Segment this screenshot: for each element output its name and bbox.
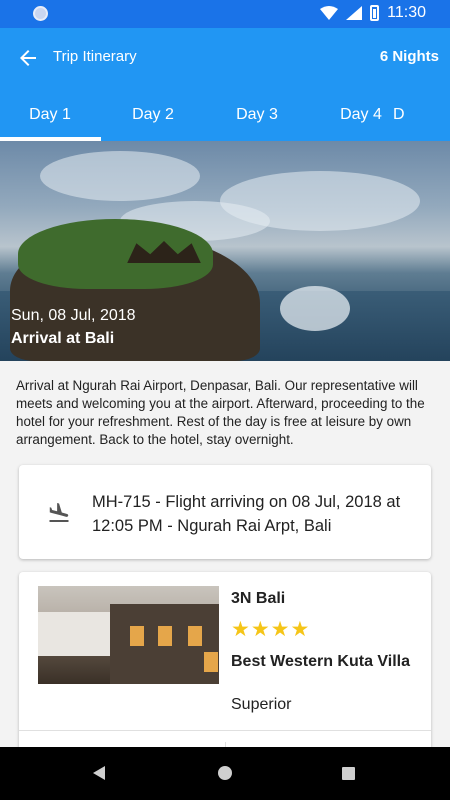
hotel-photo [38, 586, 219, 684]
star-icon: ★ [250, 618, 270, 641]
tab-day-3[interactable]: Day 3 [207, 106, 307, 124]
day-heading: Arrival at Bali [11, 330, 115, 347]
status-time: 11:30 [387, 4, 426, 21]
day-description: Arrival at Ngurah Rai Airport, Denpasar,… [16, 378, 425, 447]
star-icon: ★ [290, 618, 310, 641]
nav-back-icon[interactable] [93, 766, 105, 780]
battery-icon [370, 5, 380, 21]
flight-card[interactable]: MH-715 - Flight arriving on 08 Jul, 2018… [19, 465, 431, 559]
divider [19, 730, 431, 731]
star-icon: ★ [270, 618, 290, 641]
hotel-name: Best Western Kuta Villa [231, 653, 411, 670]
flight-details: MH-715 - Flight arriving on 08 Jul, 2018… [92, 493, 401, 535]
day-content: Arrival at Ngurah Rai Airport, Denpasar,… [0, 361, 450, 762]
tab-day-1[interactable]: Day 1 [0, 106, 100, 124]
notification-icon [33, 6, 48, 21]
status-bar: 11:30 [0, 0, 450, 28]
room-category: Superior [231, 696, 292, 713]
hotel-location: 3N Bali [231, 590, 286, 607]
flight-land-icon [49, 503, 69, 522]
signal-icon [346, 6, 363, 20]
day-date: Sun, 08 Jul, 2018 [11, 307, 136, 324]
hotel-card[interactable]: 3N Bali ★ ★ ★ ★ Best Western Kuta Villa … [19, 572, 431, 762]
destination-hero-image: Sun, 08 Jul, 2018 Arrival at Bali [0, 141, 450, 361]
tab-day-2[interactable]: Day 2 [103, 106, 203, 124]
tab-day-5[interactable]: D [393, 106, 450, 124]
back-arrow-icon[interactable] [16, 46, 40, 70]
wifi-icon [320, 6, 339, 20]
app-bar: Trip Itinerary 6 Nights [0, 28, 450, 88]
day-tabs: Day 1 Day 2 Day 3 Day 4 D [0, 88, 450, 141]
nights-count: 6 Nights [379, 48, 439, 65]
nav-recents-icon[interactable] [342, 767, 355, 780]
page-title: Trip Itinerary [53, 48, 137, 65]
nav-home-icon[interactable] [218, 766, 232, 780]
star-icon: ★ [231, 618, 250, 641]
system-nav-bar [0, 747, 450, 800]
hotel-rating: ★ ★ ★ ★ [231, 619, 309, 641]
